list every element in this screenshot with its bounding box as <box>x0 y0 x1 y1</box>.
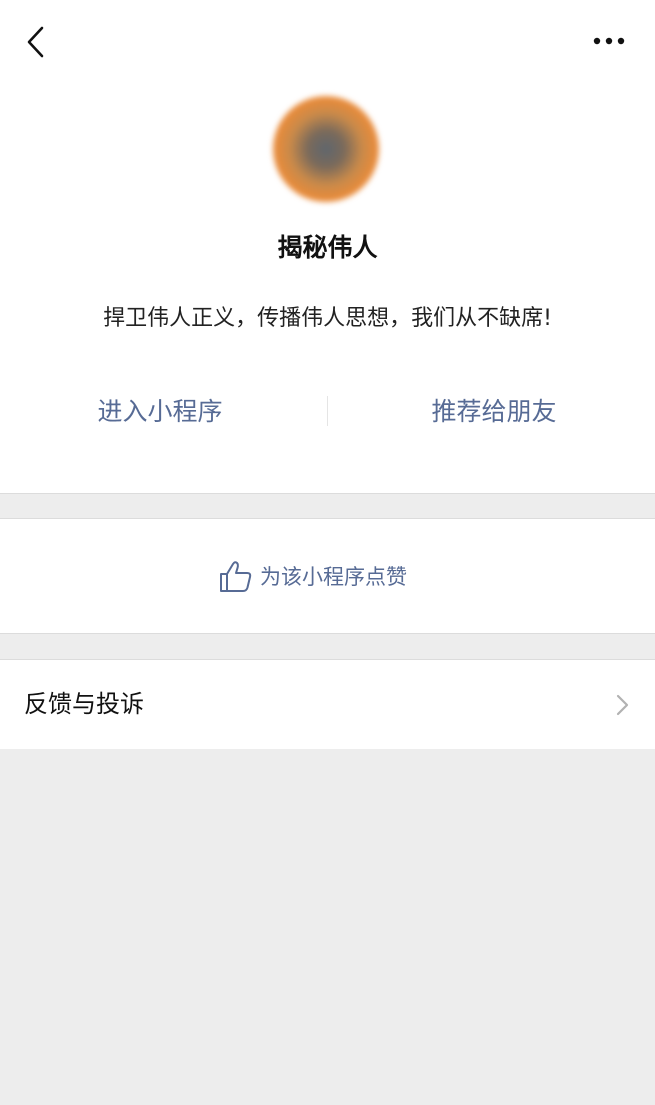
like-section: 为该小程序点赞 <box>0 518 655 634</box>
like-label: 为该小程序点赞 <box>260 565 407 589</box>
app-description: 捍卫伟人正义，传播伟人思想，我们从不缺席! <box>103 306 552 331</box>
mini-program-avatar <box>273 96 379 202</box>
feedback-label: 反馈与投诉 <box>24 690 144 718</box>
feedback-complaint-row[interactable]: 反馈与投诉 <box>0 659 655 749</box>
back-button[interactable] <box>18 22 58 62</box>
chevron-left-icon <box>27 26 44 58</box>
more-button[interactable] <box>588 26 632 56</box>
mini-program-profile-card: 揭秘伟人 捍卫伟人正义，传播伟人思想，我们从不缺席! 进入小程序 推荐给朋友 <box>0 0 655 494</box>
like-button[interactable]: 为该小程序点赞 <box>218 557 407 597</box>
app-name: 揭秘伟人 <box>277 233 378 262</box>
chevron-right-icon <box>616 694 629 716</box>
thumbs-up-icon <box>220 561 252 592</box>
more-horizontal-icon <box>593 37 625 45</box>
actions-divider <box>327 396 328 426</box>
recommend-to-friend-button[interactable]: 推荐给朋友 <box>394 389 594 435</box>
enter-mini-program-button[interactable]: 进入小程序 <box>60 389 260 435</box>
